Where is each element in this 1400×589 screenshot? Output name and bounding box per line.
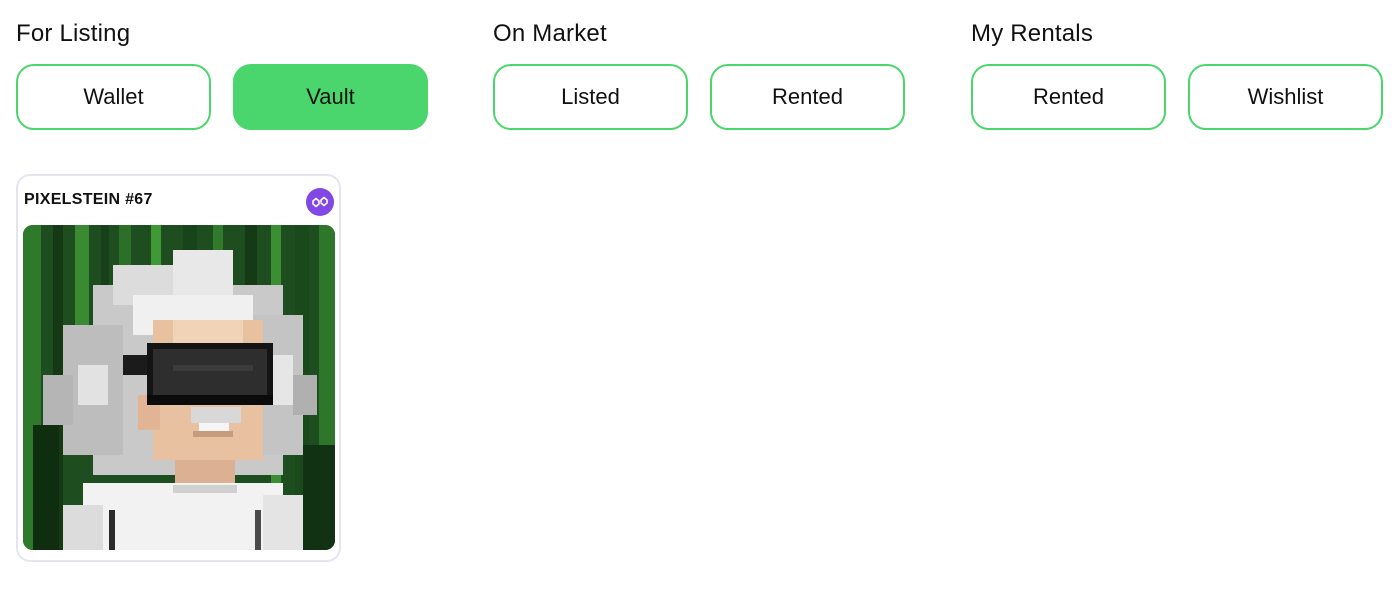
for-listing-buttons: Wallet Vault (16, 64, 428, 130)
for-listing-group: For Listing Wallet Vault (16, 18, 428, 130)
vault-button[interactable]: Vault (233, 64, 428, 130)
on-market-title: On Market (493, 20, 607, 47)
rentals-rented-button[interactable]: Rented (971, 64, 1166, 130)
listed-button[interactable]: Listed (493, 64, 688, 130)
my-rentals-title: My Rentals (971, 20, 1094, 47)
polygon-icon (306, 188, 334, 216)
wishlist-button[interactable]: Wishlist (1188, 64, 1383, 130)
nft-image (23, 225, 335, 550)
market-rented-button[interactable]: Rented (710, 64, 905, 130)
my-rentals-group: My Rentals Rented Wishlist (971, 18, 1383, 130)
on-market-buttons: Listed Rented (493, 64, 905, 130)
nft-card-title: PIXELSTEIN #67 (24, 191, 153, 208)
on-market-group: On Market Listed Rented (493, 18, 905, 130)
my-rentals-buttons: Rented Wishlist (971, 64, 1383, 130)
wallet-button[interactable]: Wallet (16, 64, 211, 130)
for-listing-title: For Listing (16, 20, 131, 47)
nft-card[interactable]: PIXELSTEIN #67 (16, 174, 341, 562)
